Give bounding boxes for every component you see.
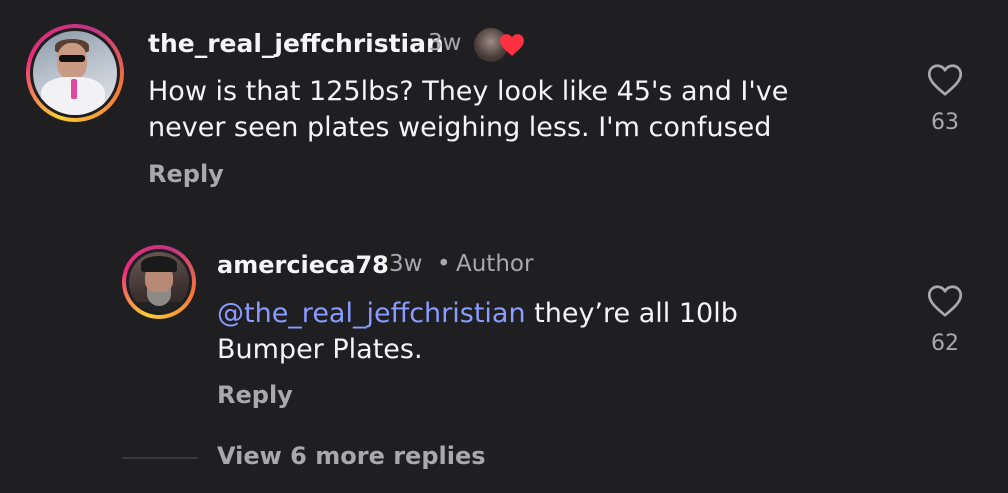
reply-timestamp: 3w bbox=[389, 251, 423, 277]
comment-username[interactable]: the_real_jeffchristian bbox=[148, 29, 444, 58]
heart-outline-icon[interactable] bbox=[927, 63, 963, 97]
replier-avatar-photo bbox=[129, 252, 189, 312]
comment-text: How is that 125lbs? They look like 45's … bbox=[148, 74, 868, 146]
comment-like-count: 63 bbox=[931, 110, 959, 135]
comment-text-content: How is that 125lbs? They look like 45's … bbox=[148, 76, 789, 143]
comment-timestamp: 3w bbox=[428, 30, 462, 56]
comment-reply-button[interactable]: Reply bbox=[148, 160, 224, 188]
liked-by-author-badge bbox=[472, 26, 526, 66]
reply-reply-button[interactable]: Reply bbox=[217, 381, 293, 409]
reply-text: @the_real_jeffchristian they’re all 10lb… bbox=[217, 296, 817, 368]
commenter-avatar-photo bbox=[33, 31, 117, 115]
replies-divider bbox=[122, 457, 198, 459]
reply-mention-link[interactable]: @the_real_jeffchristian bbox=[217, 298, 526, 329]
reply-username[interactable]: amercieca78 bbox=[217, 251, 389, 279]
view-more-replies-button[interactable]: View 6 more replies bbox=[217, 442, 486, 470]
heart-outline-icon[interactable] bbox=[927, 284, 963, 318]
replier-avatar[interactable] bbox=[122, 245, 196, 319]
commenter-avatar[interactable] bbox=[26, 24, 124, 122]
author-badge: Author bbox=[456, 251, 534, 277]
meta-separator: • bbox=[437, 251, 451, 277]
heart-filled-icon bbox=[500, 34, 524, 56]
reply-like-count: 62 bbox=[931, 331, 959, 356]
